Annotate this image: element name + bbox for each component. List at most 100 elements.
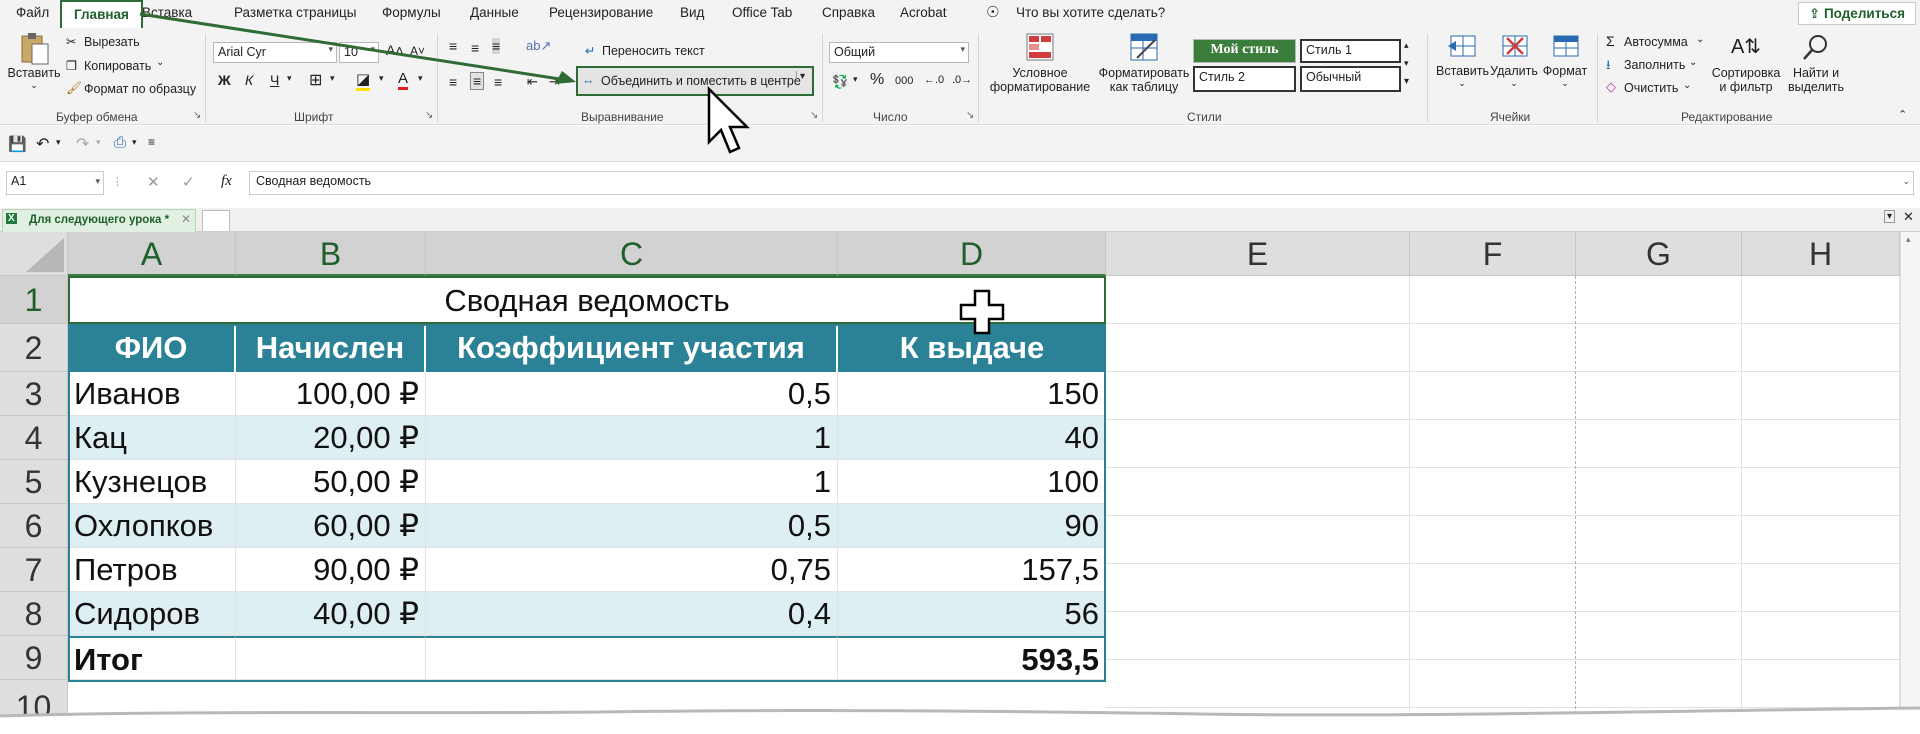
- tell-me-search[interactable]: Что вы хотите сделать?: [1016, 5, 1165, 20]
- increase-font-icon[interactable]: A˄: [386, 42, 404, 58]
- table-cell[interactable]: 20,00 ₽: [236, 416, 426, 460]
- decrease-font-icon[interactable]: A˅: [410, 44, 425, 58]
- table-cell[interactable]: 100,00 ₽: [236, 372, 426, 416]
- column-header-f[interactable]: F: [1410, 232, 1576, 276]
- fill-color-dropdown-icon[interactable]: ▾: [379, 73, 384, 84]
- percent-button[interactable]: %: [870, 71, 884, 89]
- column-header-h[interactable]: H: [1742, 232, 1900, 276]
- table-cell[interactable]: 50,00 ₽: [236, 460, 426, 504]
- row-header-6[interactable]: 6: [0, 504, 68, 548]
- conditional-formatting-button[interactable]: Условное форматирование: [984, 32, 1096, 104]
- fill-button[interactable]: Заполнить: [1624, 58, 1685, 72]
- table-cell[interactable]: Кац: [68, 416, 236, 460]
- insert-function-icon[interactable]: fx: [221, 173, 232, 190]
- thousands-button[interactable]: 000: [895, 75, 913, 87]
- tab-office-tab[interactable]: Office Tab: [732, 5, 792, 20]
- tab-acrobat[interactable]: Acrobat: [900, 5, 947, 20]
- clear-dropdown-icon[interactable]: ⌄: [1683, 80, 1691, 91]
- table-cell[interactable]: 90: [838, 504, 1106, 548]
- copy-dropdown-icon[interactable]: ⌄: [156, 57, 164, 68]
- table-cell[interactable]: 100: [838, 460, 1106, 504]
- worksheet-grid[interactable]: A B C D E F G H 1 2 3 4 5 6 7 8 9 10 Сво…: [0, 232, 1920, 734]
- font-name-select[interactable]: Arial Cyr ▾: [213, 42, 337, 63]
- tab-page-layout[interactable]: Разметка страницы: [234, 5, 356, 20]
- table-cell[interactable]: 60,00 ₽: [236, 504, 426, 548]
- header-cell-accrued[interactable]: Начислен: [236, 324, 426, 372]
- row-header-2[interactable]: 2: [0, 324, 68, 372]
- orientation-icon[interactable]: ab↗: [526, 38, 551, 54]
- tabs-menu-icon[interactable]: ▾: [1884, 210, 1896, 223]
- table-cell[interactable]: 40,00 ₽: [236, 592, 426, 636]
- row-header-8[interactable]: 8: [0, 592, 68, 636]
- share-button[interactable]: ⇪ Поделиться: [1797, 2, 1916, 25]
- insert-cells-button[interactable]: Вставить ⌄: [1436, 32, 1489, 104]
- total-value-cell[interactable]: 593,5: [838, 636, 1106, 680]
- tab-help[interactable]: Справка: [822, 5, 875, 20]
- paste-button[interactable]: Вставить ⌄: [6, 32, 62, 102]
- align-right-icon[interactable]: ≡: [494, 74, 502, 90]
- collapse-ribbon-icon[interactable]: ⌃: [1898, 108, 1907, 121]
- cut-button[interactable]: Вырезать: [84, 35, 140, 49]
- bold-button[interactable]: Ж: [218, 72, 231, 88]
- borders-icon[interactable]: ⊞: [309, 70, 322, 90]
- number-launcher-icon[interactable]: ↘: [966, 110, 974, 121]
- empty-grid-area[interactable]: [1106, 276, 1900, 734]
- vertical-scrollbar[interactable]: ▴: [1900, 232, 1920, 734]
- title-cell-merged[interactable]: Сводная ведомость: [68, 276, 1106, 324]
- scroll-up-icon[interactable]: ▴: [1906, 234, 1911, 245]
- row-header-7[interactable]: 7: [0, 548, 68, 592]
- tab-insert[interactable]: Вставка: [142, 5, 192, 20]
- print-preview-icon[interactable]: ⎙: [114, 134, 126, 151]
- style-normal[interactable]: Обычный: [1300, 66, 1401, 92]
- tab-data[interactable]: Данные: [470, 5, 519, 20]
- underline-button[interactable]: Ч: [270, 72, 279, 88]
- customize-qat-icon[interactable]: ≡: [148, 135, 155, 149]
- redo-dropdown-icon[interactable]: ▾: [96, 137, 101, 148]
- alignment-launcher-icon[interactable]: ↘: [810, 110, 818, 121]
- column-header-a[interactable]: A: [68, 232, 236, 276]
- table-cell[interactable]: 0,5: [426, 504, 838, 548]
- tab-view[interactable]: Вид: [680, 5, 704, 20]
- tab-formulas[interactable]: Формулы: [382, 5, 441, 20]
- delete-cells-button[interactable]: Удалить ⌄: [1488, 32, 1540, 104]
- align-bottom-icon[interactable]: ≡: [492, 38, 501, 54]
- italic-button[interactable]: К: [245, 72, 253, 88]
- clear-button[interactable]: Очистить: [1624, 81, 1678, 95]
- increase-indent-icon[interactable]: ⇥: [549, 74, 560, 90]
- wrap-text-button[interactable]: Переносить текст: [602, 44, 705, 58]
- column-header-d[interactable]: D: [838, 232, 1106, 276]
- style-my-style[interactable]: Мой стиль: [1193, 39, 1296, 63]
- tab-file[interactable]: Файл: [16, 5, 49, 20]
- table-cell[interactable]: 90,00 ₽: [236, 548, 426, 592]
- enter-check-icon[interactable]: ✓: [182, 173, 195, 191]
- style-2[interactable]: Стиль 2: [1193, 66, 1296, 92]
- cancel-icon[interactable]: ✕: [147, 173, 160, 191]
- sort-filter-button[interactable]: A⇅ Сортировка и фильтр: [1708, 32, 1784, 104]
- empty-total-cell[interactable]: [426, 636, 838, 680]
- table-cell[interactable]: Петров: [68, 548, 236, 592]
- format-as-table-button[interactable]: Форматировать как таблицу: [1098, 32, 1190, 104]
- align-top-icon[interactable]: ≡: [449, 38, 457, 54]
- styles-more-icon[interactable]: ▾: [1404, 76, 1409, 87]
- table-cell[interactable]: Кузнецов: [68, 460, 236, 504]
- empty-total-cell[interactable]: [236, 636, 426, 680]
- align-center-icon[interactable]: ≡: [470, 72, 485, 90]
- align-middle-icon[interactable]: ≡: [471, 40, 479, 56]
- row-header-4[interactable]: 4: [0, 416, 68, 460]
- table-cell[interactable]: 0,5: [426, 372, 838, 416]
- row-header-3[interactable]: 3: [0, 372, 68, 416]
- table-cell[interactable]: Охлопков: [68, 504, 236, 548]
- table-cell[interactable]: 56: [838, 592, 1106, 636]
- format-cells-button[interactable]: Формат ⌄: [1540, 32, 1590, 104]
- font-color-button[interactable]: A: [398, 70, 409, 90]
- increase-decimal-icon[interactable]: ←.0: [924, 74, 944, 86]
- header-cell-coefficient[interactable]: Коэффициент участия: [426, 324, 838, 372]
- copy-button[interactable]: Копировать: [84, 59, 151, 73]
- redo-icon[interactable]: ↷: [76, 134, 89, 154]
- align-left-icon[interactable]: ≡: [449, 74, 457, 90]
- font-color-dropdown-icon[interactable]: ▾: [418, 73, 423, 84]
- print-dropdown-icon[interactable]: ▾: [132, 137, 137, 148]
- column-header-c[interactable]: C: [426, 232, 838, 276]
- total-label-cell[interactable]: Итог: [68, 636, 236, 680]
- name-box[interactable]: A1 ▾: [6, 171, 104, 195]
